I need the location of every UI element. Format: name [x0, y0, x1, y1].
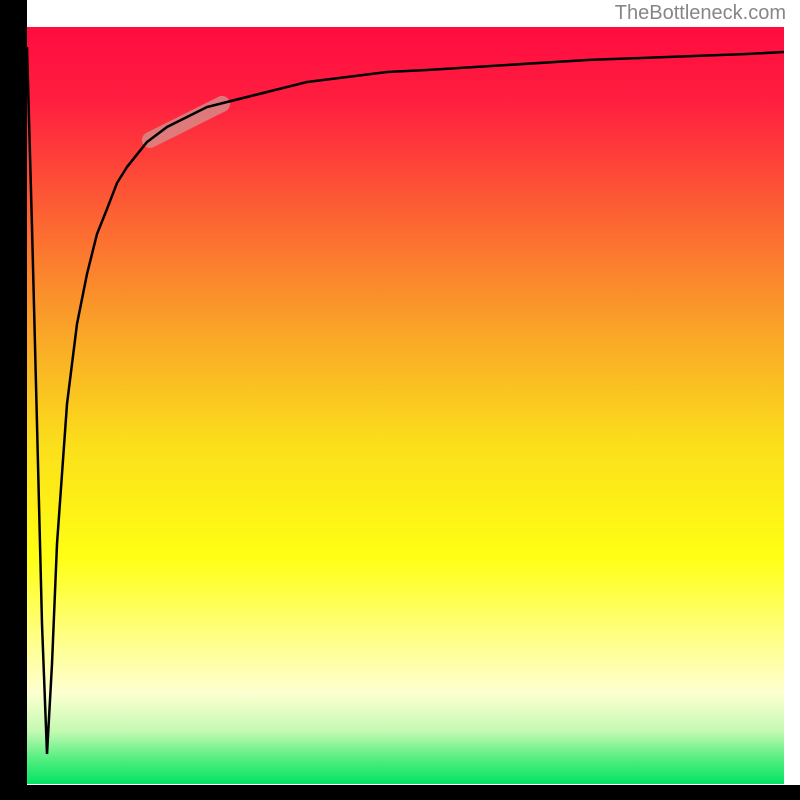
curve-path-overlay [127, 92, 267, 167]
watermark-text: TheBottleneck.com [615, 2, 786, 25]
highlight-pill [150, 104, 222, 140]
y-axis-border [0, 0, 27, 800]
x-axis-border [0, 785, 800, 800]
bottleneck-curve [27, 27, 784, 784]
chart-plot-area [27, 27, 784, 784]
curve-path [27, 47, 784, 754]
